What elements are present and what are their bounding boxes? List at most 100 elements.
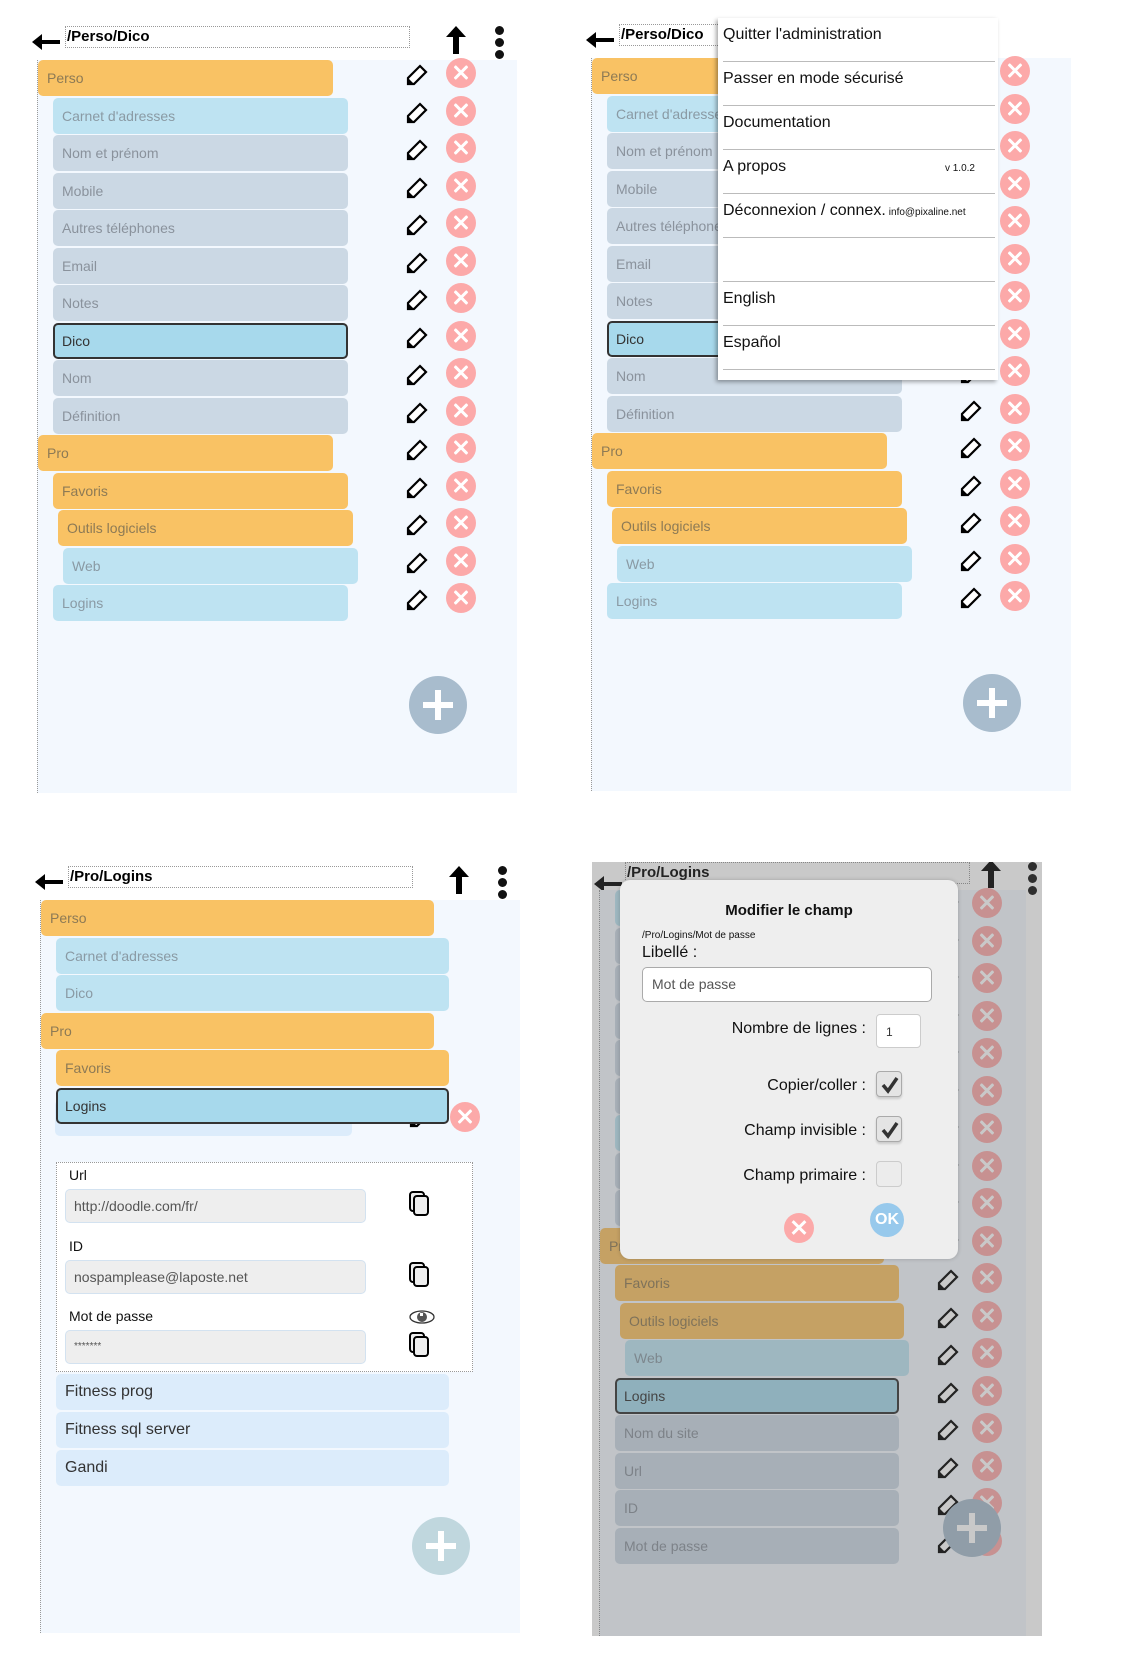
login-item[interactable]: Gandi [56, 1450, 449, 1486]
copy-checkbox[interactable] [876, 1071, 902, 1097]
menu-item[interactable] [723, 238, 995, 282]
tree-item-field[interactable]: Email [53, 247, 348, 284]
path-field[interactable]: /Pro/Logins [68, 866, 413, 888]
delete-icon[interactable] [446, 358, 476, 388]
delete-icon[interactable] [446, 545, 476, 576]
tree-item-card[interactable]: Carnet d'adresses [56, 937, 449, 974]
delete-icon[interactable] [1000, 243, 1030, 274]
back-arrow-icon[interactable] [35, 872, 63, 892]
pencil-icon[interactable] [406, 326, 428, 349]
eye-icon[interactable] [409, 1310, 435, 1324]
tree-item-folder[interactable]: Favoris [53, 472, 348, 509]
back-arrow-icon[interactable] [32, 32, 60, 52]
menu-item[interactable]: A propos v 1.0.2 [723, 150, 995, 194]
pencil-icon[interactable] [406, 514, 428, 536]
menu-item[interactable]: Passer en mode sécurisé [723, 62, 995, 106]
pencil-icon[interactable] [960, 587, 982, 609]
pencil-icon[interactable] [406, 251, 428, 274]
delete-icon[interactable] [1000, 393, 1030, 424]
menu-item[interactable]: Déconnexion / connex. info@pixaline.net [723, 194, 995, 238]
delete-icon[interactable] [1000, 206, 1030, 236]
tree-item-field[interactable]: Définition [607, 395, 902, 432]
pencil-icon[interactable] [406, 101, 428, 124]
delete-icon[interactable] [1000, 543, 1030, 574]
kebab-menu-icon[interactable] [498, 866, 508, 899]
delete-icon[interactable] [1000, 93, 1030, 124]
path-field[interactable]: /Perso/Dico [65, 26, 410, 48]
delete-icon[interactable] [446, 133, 476, 163]
delete-icon[interactable] [446, 95, 476, 126]
tree-item-folder[interactable]: Pro [38, 435, 333, 471]
delete-icon[interactable] [1000, 356, 1030, 386]
tree-item-field[interactable]: Nom [53, 360, 348, 396]
id-field[interactable]: nospamplease@laposte.net [65, 1260, 366, 1294]
tree-item-selected[interactable]: Logins [56, 1087, 449, 1124]
tree-item-folder[interactable]: Pro [592, 433, 887, 469]
pencil-icon[interactable] [406, 289, 428, 311]
delete-icon[interactable] [446, 170, 476, 201]
pencil-icon[interactable] [960, 437, 982, 459]
pencil-icon[interactable] [960, 474, 982, 497]
tree-item-card[interactable]: Web [617, 545, 912, 582]
delete-icon[interactable] [446, 433, 476, 463]
delete-icon[interactable] [446, 508, 476, 538]
login-item[interactable]: Fitness sql server [56, 1412, 449, 1448]
tree-item-field[interactable]: Autres téléphones [53, 210, 348, 246]
menu-item[interactable]: Documentation [723, 106, 995, 150]
tree-item-folder[interactable]: Favoris [607, 470, 902, 507]
delete-icon[interactable] [1000, 131, 1030, 161]
pencil-icon[interactable] [960, 399, 982, 422]
primary-checkbox[interactable] [876, 1161, 902, 1187]
copy-icon[interactable] [409, 1191, 431, 1217]
delete-icon[interactable] [446, 58, 476, 88]
libelle-input[interactable]: Mot de passe [642, 967, 932, 1002]
up-arrow-icon[interactable] [448, 866, 470, 894]
tree-item-folder[interactable]: Outils logiciels [612, 508, 907, 544]
pencil-icon[interactable] [406, 551, 428, 574]
pencil-icon[interactable] [406, 64, 428, 86]
copy-icon[interactable] [409, 1332, 431, 1358]
pencil-icon[interactable] [406, 139, 428, 161]
password-field[interactable]: ******* [65, 1330, 366, 1364]
tree-item-folder[interactable]: Pro [41, 1012, 434, 1049]
tree-item-field[interactable]: Définition [53, 397, 348, 434]
tree-item-field[interactable]: Notes [53, 285, 348, 321]
pencil-icon[interactable] [960, 512, 982, 534]
menu-item[interactable]: English [723, 282, 995, 326]
add-button[interactable] [412, 1517, 470, 1575]
delete-icon[interactable] [1000, 281, 1030, 311]
pencil-icon[interactable] [960, 549, 982, 572]
ok-button[interactable]: OK [870, 1203, 904, 1237]
tree-item-card[interactable]: Logins [607, 583, 902, 619]
delete-icon[interactable] [446, 208, 476, 238]
copy-icon[interactable] [409, 1262, 431, 1288]
pencil-icon[interactable] [406, 589, 428, 611]
tree-item-card[interactable]: Carnet d'adresses [53, 97, 348, 134]
delete-icon[interactable] [446, 320, 476, 351]
delete-icon[interactable] [1000, 431, 1030, 461]
tree-item-field[interactable]: Mobile [53, 172, 348, 209]
delete-icon[interactable] [446, 283, 476, 313]
tree-item-card[interactable]: Dico [56, 975, 449, 1011]
pencil-icon[interactable] [406, 214, 428, 236]
delete-icon[interactable] [446, 245, 476, 276]
menu-item[interactable]: Español [723, 326, 995, 370]
back-arrow-icon[interactable] [586, 30, 614, 50]
cancel-button[interactable] [784, 1213, 814, 1243]
add-button[interactable] [963, 674, 1021, 732]
tree-item-folder[interactable]: Perso [38, 60, 333, 96]
menu-item[interactable]: Quitter l'administration [723, 18, 995, 62]
tree-item-card[interactable]: Web [63, 547, 358, 584]
lines-input[interactable]: 1 [876, 1014, 921, 1048]
login-item[interactable]: Fitness prog [56, 1374, 449, 1410]
tree-item-folder[interactable]: Perso [41, 900, 434, 936]
delete-icon[interactable] [1000, 168, 1030, 199]
tree-item-selected[interactable]: Dico [53, 322, 348, 359]
delete-icon[interactable] [1000, 468, 1030, 499]
pencil-icon[interactable] [406, 439, 428, 461]
pencil-icon[interactable] [406, 401, 428, 424]
tree-item-folder[interactable]: Outils logiciels [58, 510, 353, 546]
delete-icon[interactable] [446, 395, 476, 426]
tree-item-card[interactable]: Logins [53, 585, 348, 621]
up-arrow-icon[interactable] [445, 26, 467, 54]
